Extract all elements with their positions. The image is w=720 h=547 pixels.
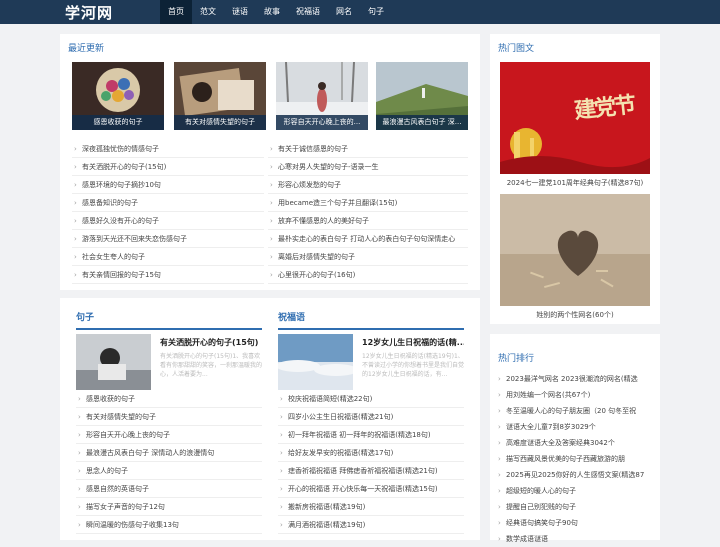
list-item[interactable]: 思念人的句子 [76, 462, 262, 480]
rank-item[interactable]: 高难度谜语大全及答案经典3042个 [496, 435, 654, 451]
list-item[interactable]: 描写女子声音的句子12句 [76, 498, 262, 516]
list-item[interactable]: 用became造三个句子并且翻译(15句) [268, 194, 468, 212]
hot-image-2[interactable] [500, 194, 650, 306]
rank-item[interactable]: 经典语句搞笑句子90句 [496, 515, 654, 531]
site-header: 学河网 首页 范文 谜语 故事 祝福语 网名 句子 [0, 0, 720, 24]
list-item[interactable]: 放弃不懂感恩的人的美好句子 [268, 212, 468, 230]
hot-images-title: 热门图文 [498, 44, 535, 54]
rank-item[interactable]: 描写西藏风景优美的句子西藏旅游的朋 [496, 451, 654, 467]
hot-image-1-caption[interactable]: 2024七一建党101周年经典句子(精选87句) [500, 178, 650, 188]
recent-card[interactable]: 形容自天开心晚上丧的... [276, 62, 368, 130]
zhufu-feature-desc: 12岁女儿生日祝福的话(精选19句)1、不曾读过小学的你想着书里是我们自觉的12… [362, 353, 464, 378]
list-item[interactable]: 满月酒祝福语(精选19句) [278, 516, 464, 534]
list-item[interactable]: 形容心烦发愁的句子 [268, 176, 468, 194]
nav-juzi[interactable]: 句子 [360, 0, 392, 24]
list-item[interactable]: 社会女生夸人的句子 [72, 248, 264, 266]
list-item[interactable]: 有关亲情回报的句子15句 [72, 266, 264, 284]
list-item[interactable]: 最朴实走心的表白句子 打动人心的表白句子句句深情走心 [268, 230, 468, 248]
list-item[interactable]: 有关对感情失望的句子 [76, 408, 262, 426]
hot-images-panel: 热门图文 建党节 2024七一建党101周年经典句子(精选87句) 姓别的两个性… [490, 34, 660, 324]
hot-image-1[interactable]: 建党节 [500, 62, 650, 174]
site-logo[interactable]: 学河网 [65, 2, 113, 23]
rank-item[interactable]: 谜语大全儿童7到8岁3029个 [496, 419, 654, 435]
zhufu-feature-title[interactable]: 12岁女儿生日祝福的话(精... [362, 337, 464, 348]
juzi-feature-title[interactable]: 有关洒脱开心的句子(15句) [160, 337, 262, 348]
list-item[interactable]: 感恩备知识的句子 [72, 194, 264, 212]
list-item[interactable]: 心寒对男人失望的句子-语录一生 [268, 158, 468, 176]
list-item[interactable]: 感恩好久没有开心的句子 [72, 212, 264, 230]
list-item[interactable]: 最浪漫古风表白句子 深情动人的浪漫情句 [76, 444, 262, 462]
nav-miyu[interactable]: 谜语 [224, 0, 256, 24]
nav-wangming[interactable]: 网名 [328, 0, 360, 24]
rank-item[interactable]: 数学成语谜语 [496, 531, 654, 547]
recent-card[interactable]: 最浪漫古风表白句子 深... [376, 62, 468, 130]
list-item[interactable]: 心里很开心的句子(16句) [268, 266, 468, 284]
hot-image-1-text: 建党节 [573, 91, 636, 125]
nav-home[interactable]: 首页 [160, 0, 192, 24]
list-item[interactable]: 校庆祝福语简短(精选22句) [278, 390, 464, 408]
list-item[interactable]: 离婚后对感情失望的句子 [268, 248, 468, 266]
hot-image-2-caption[interactable]: 姓别的两个性网名(60个) [500, 310, 650, 320]
nav-zhufuyu[interactable]: 祝福语 [288, 0, 328, 24]
list-item[interactable]: 开心的祝福语 开心快乐每一天祝福语(精选15句) [278, 480, 464, 498]
juzi-title[interactable]: 句子 [76, 310, 94, 323]
rank-item[interactable]: 用刘姓编一个网名(共67个) [496, 387, 654, 403]
list-item[interactable]: 有关洒脱开心的句子(15句) [72, 158, 264, 176]
list-item[interactable]: 搬新房祝福语(精选19句) [278, 498, 464, 516]
card-caption: 感恩收获的句子 [72, 115, 164, 130]
recent-title: 最近更新 [68, 44, 105, 54]
rank-item[interactable]: 2025再见2025你好的人生感悟文案(精选87 [496, 467, 654, 483]
list-item[interactable]: 形容自天开心晚上丧的句子 [76, 426, 262, 444]
rank-item[interactable]: 超级短的暖人心的句子 [496, 483, 654, 499]
rank-item[interactable]: 2023最洋气网名 2023很潮流的网名(精选 [496, 371, 654, 387]
list-item[interactable]: 游落到天光还不回来失恋伤感句子 [72, 230, 264, 248]
zhufu-underline [278, 328, 464, 330]
category-panel: 句子 有关洒脱开心的句子(15句) 有关洒脱开心的句子(15句)1、我喜欢看有你… [60, 298, 480, 540]
list-item[interactable]: 瞬间温暖的伤感句子收集13句 [76, 516, 262, 534]
recent-panel: 最近更新 感恩收获的句子 有关对感情失望的句子 形容自天开心晚上丧的... 最浪… [60, 34, 480, 290]
nav-fanwen[interactable]: 范文 [192, 0, 224, 24]
list-item[interactable]: 深夜孤独忧伤的情感句子 [72, 140, 264, 158]
list-item[interactable]: 感恩自然的英语句子 [76, 480, 262, 498]
recent-card[interactable]: 有关对感情失望的句子 [174, 62, 266, 130]
rank-item[interactable]: 提醒自己别犯贱的句子 [496, 499, 654, 515]
hot-rank-title: 热门排行 [498, 354, 535, 364]
nav-gushi[interactable]: 故事 [256, 0, 288, 24]
card-caption: 形容自天开心晚上丧的... [276, 115, 368, 130]
juzi-feature-image[interactable] [76, 334, 151, 390]
zhufu-feature-image[interactable] [278, 334, 353, 390]
list-item[interactable]: 初一拜年祝福语 初一拜年的祝福语(精选18句) [278, 426, 464, 444]
list-item[interactable]: 四岁小公主生日祝福语(精选21句) [278, 408, 464, 426]
recent-card[interactable]: 感恩收获的句子 [72, 62, 164, 130]
heart-stone-image [500, 194, 650, 306]
card-caption: 有关对感情失望的句子 [174, 115, 266, 130]
juzi-underline [76, 328, 262, 330]
juzi-feature-desc: 有关洒脱开心的句子(15句)1、我喜欢看有你那甜甜的笑容，一刹那温暖我的心，人活… [160, 353, 262, 378]
list-item[interactable]: 给好友发早安的祝福语(精选17句) [278, 444, 464, 462]
rank-item[interactable]: 冬至温暖人心的句子朋友圈（20 句冬至祝 [496, 403, 654, 419]
list-item[interactable]: 痣香祈福祝福语 拜佛痣香祈福祝福语(精选21句) [278, 462, 464, 480]
hot-rank-panel: 热门排行 2023最洋气网名 2023很潮流的网名(精选 用刘姓编一个网名(共6… [490, 334, 660, 547]
list-item[interactable]: 有关于诚信感恩的句子 [268, 140, 468, 158]
zhufu-title[interactable]: 祝福语 [278, 310, 305, 323]
card-caption: 最浪漫古风表白句子 深... [376, 115, 468, 130]
list-item[interactable]: 感恩环境的句子摘抄10句 [72, 176, 264, 194]
list-item[interactable]: 感恩收获的句子 [76, 390, 262, 408]
main-nav: 首页 范文 谜语 故事 祝福语 网名 句子 [160, 0, 392, 24]
